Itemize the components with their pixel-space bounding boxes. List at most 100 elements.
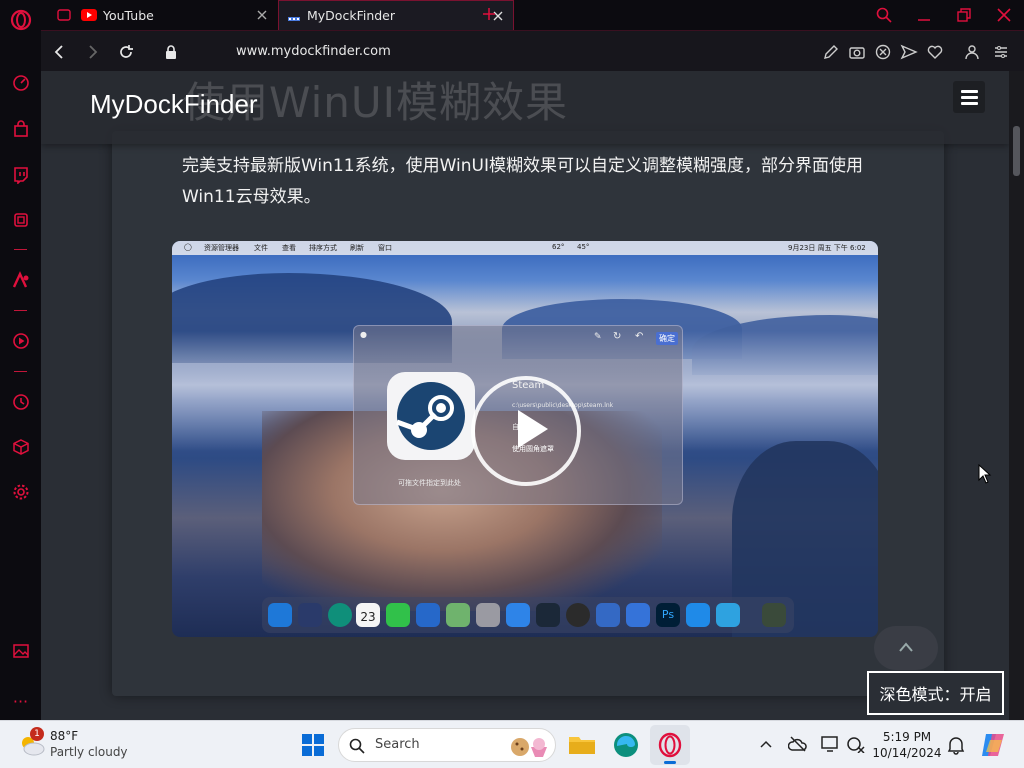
player-icon[interactable] [0, 326, 41, 356]
reload-icon[interactable] [117, 43, 135, 61]
opera-taskbar-button[interactable] [650, 725, 690, 765]
clock-dock-icon [566, 603, 590, 627]
confirm-button[interactable]: 确定 [656, 332, 678, 345]
browser-sidebar: ··· [0, 0, 41, 720]
onedrive-cloud-icon[interactable] [788, 735, 808, 753]
refresh-icon[interactable]: ↻ [613, 331, 621, 342]
web-page: 完美支持最新版Win11系统，使用WinUI模糊效果可以自定义调整模糊强度，部分… [41, 71, 1009, 720]
undo-icon[interactable]: ↶ [635, 331, 643, 342]
opera-logo-icon[interactable] [0, 5, 41, 35]
app-dock-icon [716, 603, 740, 627]
aria-ai-icon[interactable] [0, 265, 41, 295]
ad-blocker-icon[interactable] [874, 43, 892, 61]
tab-label: YouTube [103, 7, 154, 23]
clock-date: 10/14/2024 [872, 746, 942, 760]
settings-gear-icon[interactable] [0, 477, 41, 507]
apple-logo-icon: ◯ [184, 243, 192, 251]
launchpad-dock-icon [298, 603, 322, 627]
back-to-top-button[interactable] [874, 626, 938, 670]
dialog-dot-icon: ● [360, 330, 367, 339]
mydockfinder-favicon-icon [288, 16, 300, 21]
messages-dock-icon [386, 603, 410, 627]
dock-bar: 23 Ps [262, 597, 794, 633]
file-explorer-icon[interactable] [568, 732, 596, 756]
edge-browser-icon[interactable] [613, 732, 639, 758]
speed-dial-icon[interactable] [0, 68, 41, 98]
page-scrollbar[interactable] [1009, 71, 1024, 720]
url-field[interactable]: www.mydockfinder.com [236, 44, 391, 59]
search-tabs-icon[interactable] [876, 7, 892, 23]
menu-item: 刷新 [350, 244, 364, 252]
clock-time: 5:19 PM [882, 730, 932, 744]
lock-icon[interactable] [162, 43, 180, 61]
edit-icon[interactable]: ✎ [594, 332, 602, 342]
dark-mode-toggle[interactable]: 深色模式：开启 [867, 671, 1004, 715]
menu-item: 窗口 [378, 244, 392, 252]
app-dock-icon [416, 603, 440, 627]
tab-bar: YouTube MyDockFinder [41, 0, 1024, 30]
steam-dock-icon [536, 603, 560, 627]
edit-page-icon[interactable] [822, 43, 840, 61]
menu-item: 查看 [282, 244, 296, 252]
menubar-datetime: 9月23日 周五 下午 6:02 [788, 244, 866, 252]
send-share-icon[interactable] [900, 43, 918, 61]
twitch-icon[interactable] [0, 160, 41, 190]
windows-dock-icon [626, 603, 650, 627]
history-icon[interactable] [0, 387, 41, 417]
wallet-icon[interactable] [0, 205, 41, 235]
steam-app-icon [387, 372, 475, 460]
chevron-up-icon[interactable] [759, 739, 773, 749]
photoshop-dock-icon: Ps [656, 603, 680, 627]
new-tab-plus-icon[interactable] [482, 7, 496, 21]
easy-setup-icon[interactable] [992, 43, 1010, 61]
more-dots-icon[interactable]: ··· [0, 686, 41, 716]
close-tab-icon[interactable] [255, 8, 269, 22]
tab-youtube[interactable]: YouTube [49, 0, 277, 30]
video-play-button[interactable] [471, 376, 581, 486]
mac-menubar: ◯ 资源管理器 文件 查看 排序方式 刷新 窗口 62° 45° 9月23日 周… [172, 241, 878, 255]
windows-taskbar: 1 88°F Partly cloudy Search 5:19 PM 10/1… [0, 720, 1024, 768]
search-icon [349, 738, 365, 754]
tab-label: MyDockFinder [307, 8, 396, 23]
windows-start-icon[interactable] [301, 733, 325, 757]
restore-icon[interactable] [957, 8, 971, 22]
appstore-dock-icon [506, 603, 530, 627]
notification-bell-icon[interactable] [947, 735, 965, 755]
copilot-icon[interactable] [978, 730, 1008, 760]
close-window-icon[interactable] [997, 8, 1011, 22]
snapshot-camera-icon[interactable] [848, 43, 866, 61]
search-placeholder: Search [375, 737, 420, 752]
shopping-bag-icon[interactable] [0, 114, 41, 144]
chevron-up-icon [899, 642, 913, 652]
bookmark-heart-icon[interactable] [926, 43, 944, 61]
feature-description: 完美支持最新版Win11系统，使用WinUI模糊效果可以自定义调整模糊强度，部分… [182, 156, 863, 207]
forward-icon[interactable] [83, 43, 101, 61]
scroll-thumb[interactable] [1013, 126, 1020, 176]
taskbar-clock[interactable]: 5:19 PM 10/14/2024 [872, 729, 942, 761]
weather-temp: 88°F [50, 729, 79, 743]
site-header: 使用WinUI模糊效果 MyDockFinder [41, 71, 1009, 144]
youtube-icon [81, 9, 97, 21]
wallpaper-image-icon[interactable] [0, 636, 41, 666]
site-brand[interactable]: MyDockFinder [90, 89, 258, 120]
address-bar: www.mydockfinder.com [41, 30, 1024, 71]
trash-dock-icon [762, 603, 786, 627]
tab-mydockfinder[interactable]: MyDockFinder [278, 0, 514, 30]
taskbar-search[interactable]: Search [338, 728, 556, 762]
hamburger-menu-button[interactable] [953, 81, 985, 113]
profile-icon[interactable] [963, 43, 981, 61]
menu-item: 排序方式 [309, 244, 337, 252]
calendar-dock-icon: 23 [356, 603, 380, 627]
search-highlight-icon [511, 738, 547, 757]
back-icon[interactable] [51, 43, 69, 61]
display-icon[interactable] [820, 735, 840, 753]
maps-dock-icon [446, 603, 470, 627]
network-disconnected-icon[interactable] [846, 735, 866, 753]
menubar-temp: 62° [552, 243, 565, 251]
weather-desc: Partly cloudy [50, 745, 128, 759]
weather-widget[interactable]: 1 88°F Partly cloudy [16, 727, 146, 763]
minimize-icon[interactable] [917, 8, 931, 22]
drag-hint: 可拖文件指定到此处 [398, 479, 461, 487]
steam-shortcut-dialog: ● ✎ ↻ ↶ 确定 Steam c:\users\public\desktop… [353, 325, 683, 505]
extensions-cube-icon[interactable] [0, 432, 41, 462]
